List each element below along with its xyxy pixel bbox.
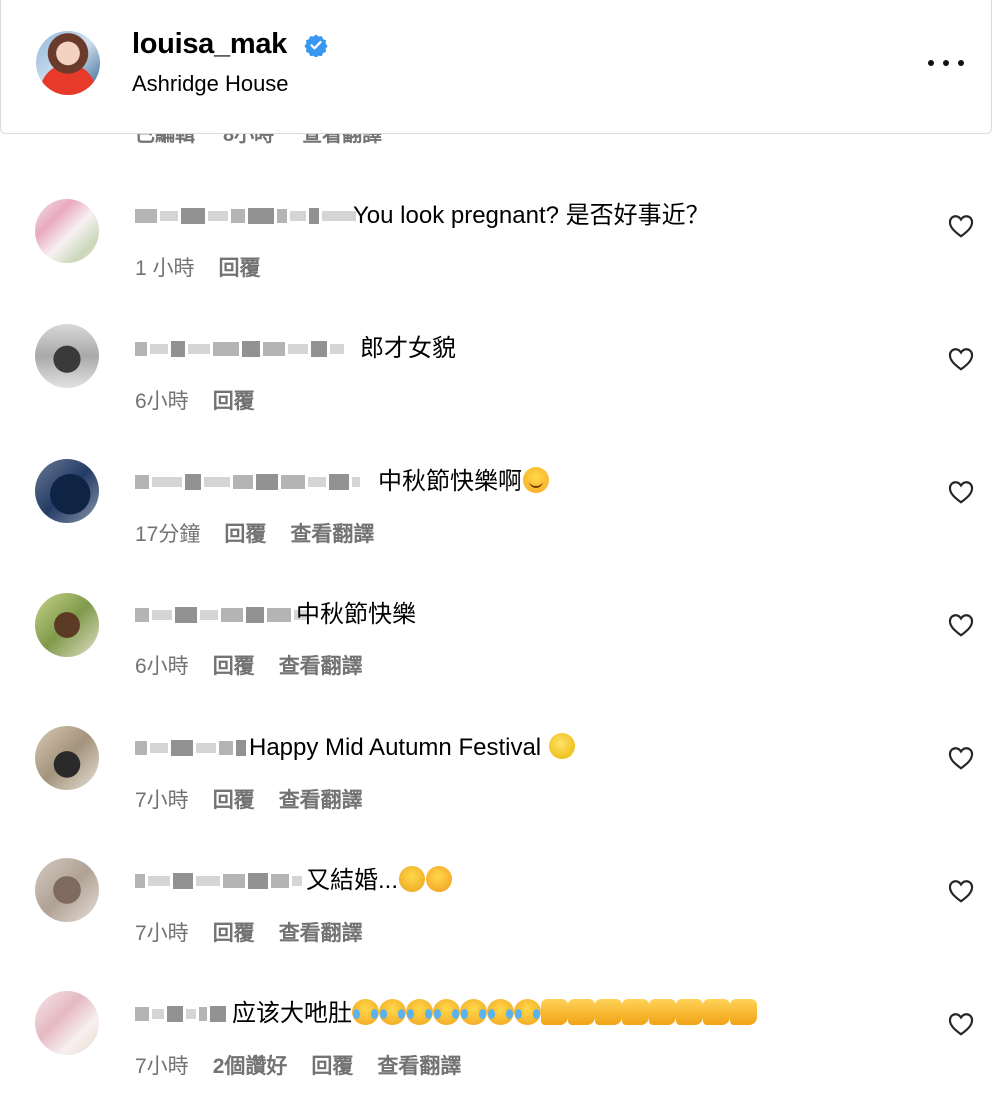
- comment-text: Happy Mid Autumn Festival: [249, 732, 575, 764]
- like-heart-icon[interactable]: [948, 879, 974, 903]
- translate-button[interactable]: 查看翻譯: [290, 523, 374, 546]
- reply-button[interactable]: 回覆: [213, 655, 255, 678]
- comment-text: 郎才女貌: [360, 335, 456, 362]
- comment-meta: 1 小時 回覆: [135, 252, 285, 282]
- commenter-avatar[interactable]: [35, 858, 99, 922]
- thumbs-up-icon: [649, 999, 676, 1025]
- thumbs-up-icon: [568, 999, 595, 1025]
- location-link[interactable]: Ashridge House: [132, 71, 289, 97]
- translate-button[interactable]: 查看翻譯: [279, 789, 363, 812]
- comment-meta: 17分鐘 回覆 查看翻譯: [135, 518, 398, 548]
- commenter-username[interactable]: [135, 603, 308, 627]
- comment-text: 又結婚...: [306, 862, 456, 897]
- reply-button[interactable]: 回覆: [219, 257, 261, 280]
- comment-text: 应该大吔肚: [232, 998, 757, 1030]
- like-heart-icon[interactable]: [948, 347, 974, 371]
- thumbs-up-icon: [541, 999, 568, 1025]
- comment-text: 中秋節快樂: [296, 601, 416, 628]
- comment-meta: 7小時 回覆 查看翻譯: [135, 917, 387, 947]
- comment-text: You look pregnant? 是否好事近？: [353, 202, 710, 229]
- like-heart-icon[interactable]: [948, 746, 974, 770]
- commenter-username[interactable]: [135, 1002, 226, 1026]
- tears-of-joy-icon: [379, 999, 406, 1025]
- comment-meta: 7小時 回覆 查看翻譯: [135, 784, 387, 814]
- comment-time: 7小時: [135, 922, 189, 945]
- tears-of-joy-icon: [352, 999, 379, 1025]
- commenter-avatar[interactable]: [35, 199, 99, 263]
- commenter-username[interactable]: [135, 736, 246, 760]
- tears-of-joy-icon: [406, 999, 433, 1025]
- likes-count[interactable]: 2個讚好: [213, 1055, 288, 1078]
- comment-time: 17分鐘: [135, 523, 201, 546]
- comment-time: 1 小時: [135, 257, 195, 280]
- thinking-face-icon: [399, 866, 426, 892]
- comment-time: 6小時: [135, 390, 189, 413]
- tears-of-joy-icon: [487, 999, 514, 1025]
- commenter-avatar[interactable]: [35, 991, 99, 1055]
- tears-of-joy-icon: [433, 999, 460, 1025]
- username-link[interactable]: louisa_mak: [132, 28, 287, 61]
- comment-meta: 6小時 回覆 查看翻譯: [135, 650, 387, 680]
- translate-button[interactable]: 查看翻譯: [279, 655, 363, 678]
- like-heart-icon[interactable]: [948, 214, 974, 238]
- tears-of-joy-icon: [514, 999, 541, 1025]
- commenter-avatar[interactable]: [35, 726, 99, 790]
- verified-badge-icon: [304, 34, 328, 57]
- profile-avatar[interactable]: [36, 31, 100, 95]
- comment-meta: 7小時 2個讚好 回覆 查看翻譯: [135, 1050, 485, 1080]
- commenter-username[interactable]: [135, 470, 360, 494]
- translate-button[interactable]: 查看翻譯: [279, 922, 363, 945]
- like-heart-icon[interactable]: [948, 480, 974, 504]
- post-header: louisa_mak Ashridge House: [0, 0, 992, 134]
- commenter-username[interactable]: [135, 204, 356, 228]
- reply-button[interactable]: 回覆: [213, 789, 255, 812]
- rolling-laughing-icon: [422, 862, 456, 896]
- reply-button[interactable]: 回覆: [213, 922, 255, 945]
- like-heart-icon[interactable]: [948, 1012, 974, 1036]
- translate-button[interactable]: 查看翻譯: [377, 1055, 461, 1078]
- comment-meta: 6小時 回覆: [135, 385, 279, 415]
- thumbs-up-icon: [676, 999, 703, 1025]
- smiling-face-icon: [523, 467, 549, 493]
- reply-button[interactable]: 回覆: [311, 1055, 353, 1078]
- thumbs-up-icon: [703, 999, 730, 1025]
- full-moon-icon: [548, 733, 575, 759]
- reply-button[interactable]: 回覆: [213, 390, 255, 413]
- comment-time: 7小時: [135, 1055, 189, 1078]
- commenter-avatar[interactable]: [35, 459, 99, 523]
- commenter-username[interactable]: [135, 869, 302, 893]
- reply-button[interactable]: 回覆: [224, 523, 266, 546]
- comment-text: 中秋節快樂啊: [378, 466, 549, 498]
- commenter-username[interactable]: [135, 337, 344, 361]
- comment-time: 7小時: [135, 789, 189, 812]
- commenter-avatar[interactable]: [35, 593, 99, 657]
- like-heart-icon[interactable]: [948, 613, 974, 637]
- comment-time: 6小時: [135, 655, 189, 678]
- thumbs-up-icon: [730, 999, 757, 1025]
- tears-of-joy-icon: [460, 999, 487, 1025]
- thumbs-up-icon: [622, 999, 649, 1025]
- more-options-icon[interactable]: [928, 50, 964, 76]
- commenter-avatar[interactable]: [35, 324, 99, 388]
- thumbs-up-icon: [595, 999, 622, 1025]
